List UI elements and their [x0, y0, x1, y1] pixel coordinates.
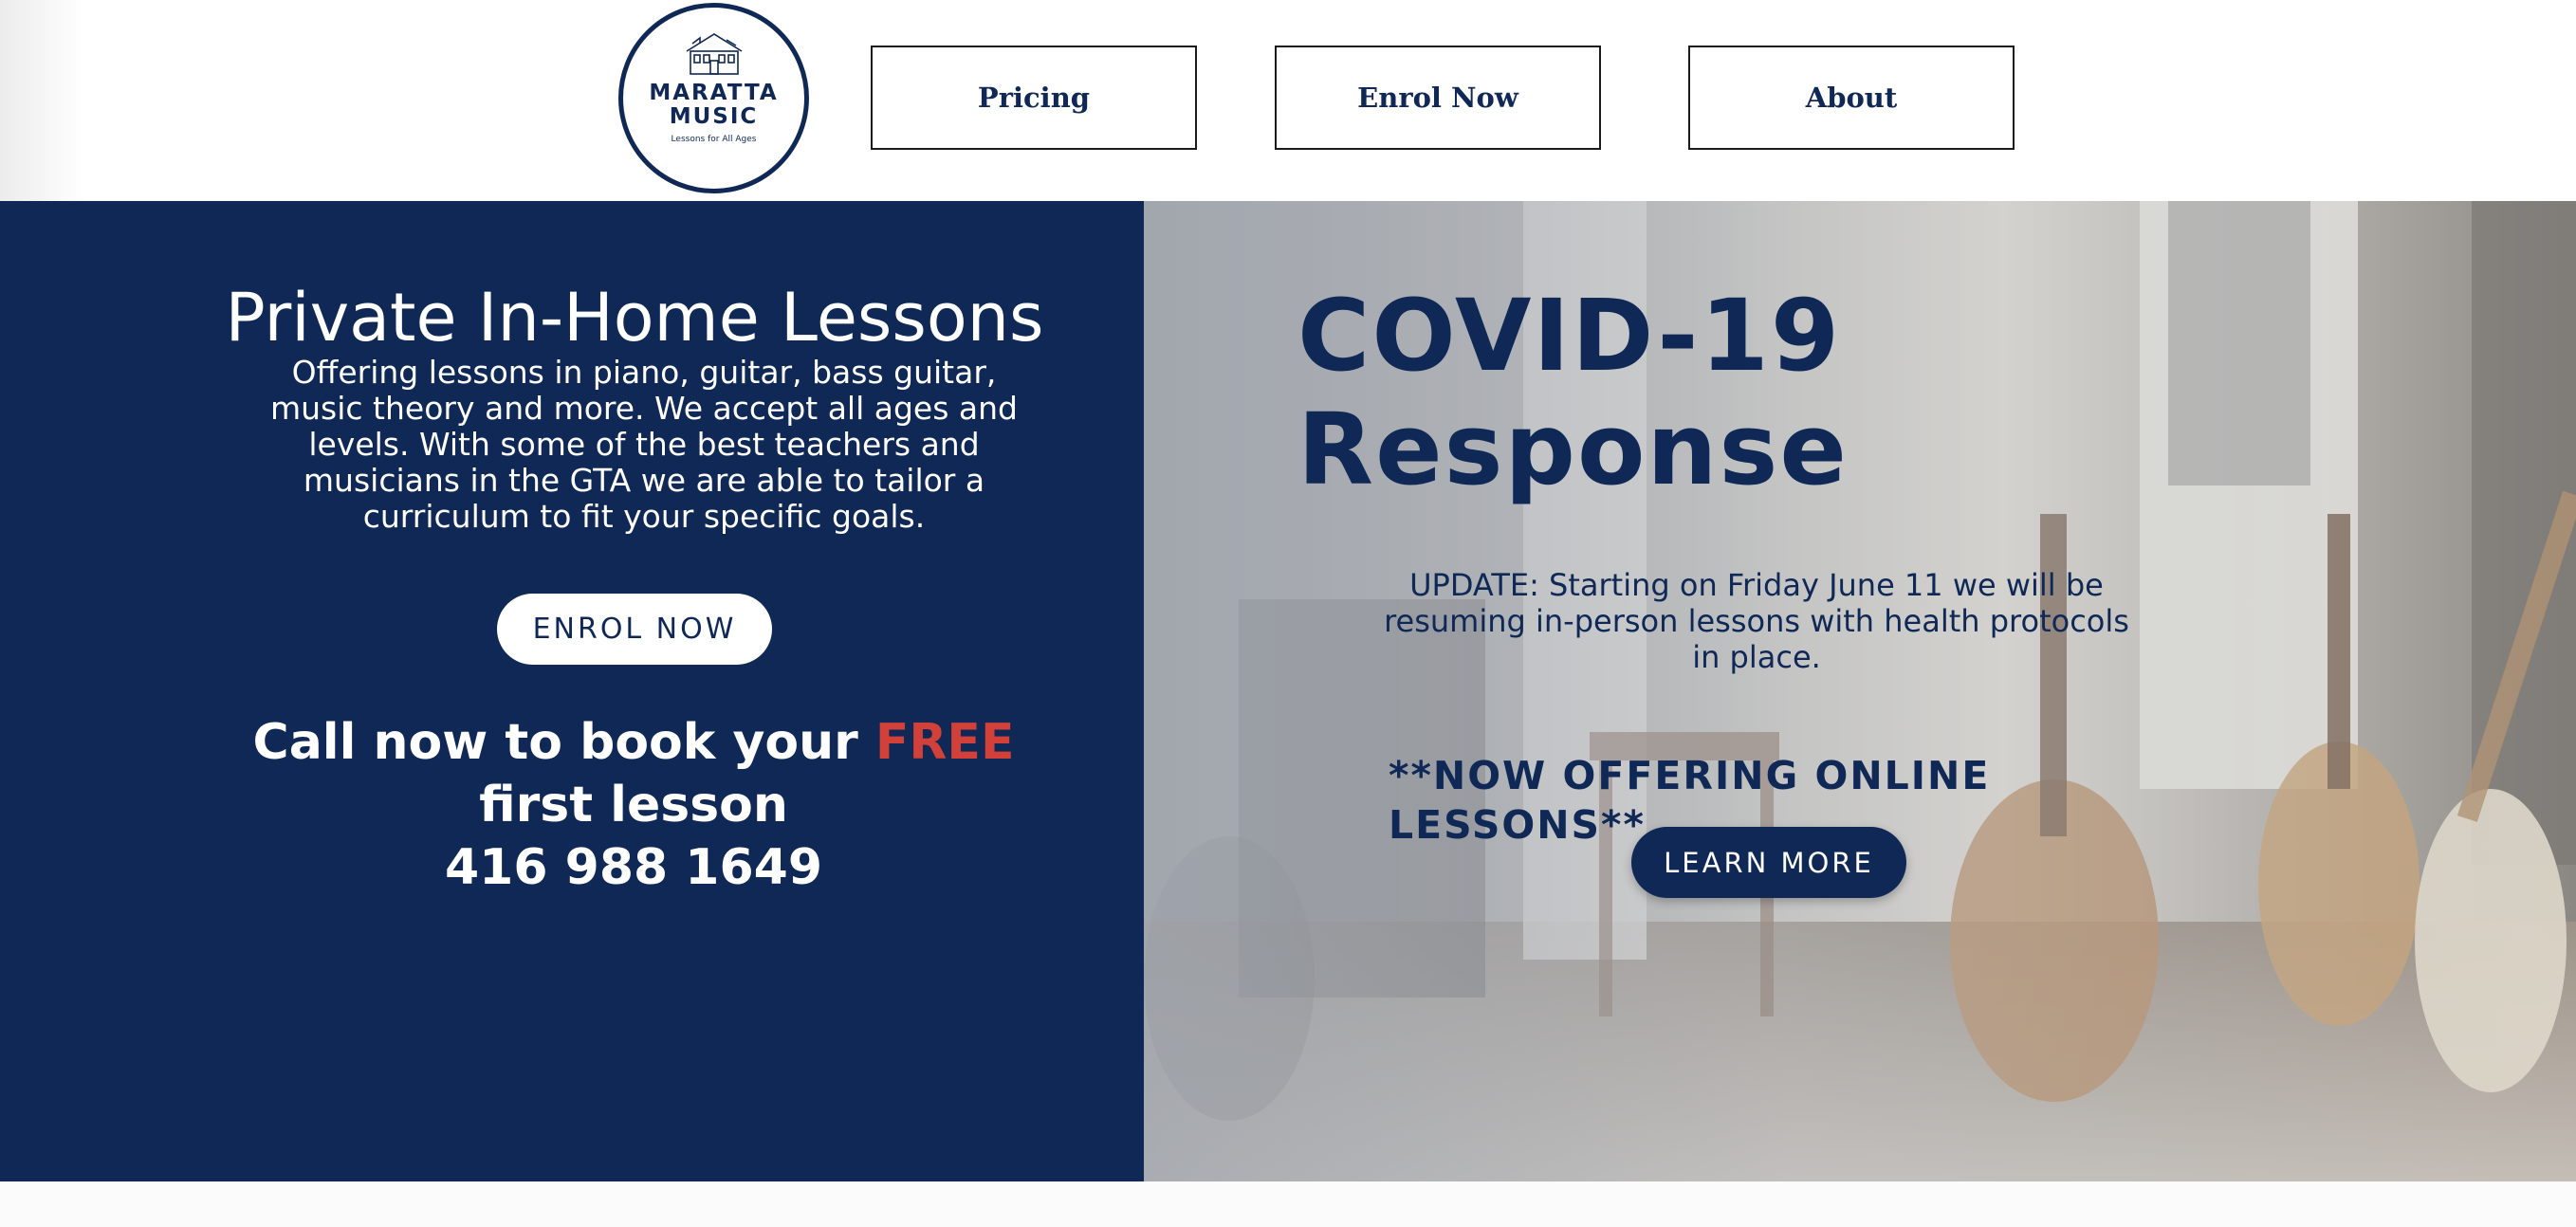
header-edge-shade: [0, 0, 85, 201]
free-lesson-callout: Call now to book your FREE first lesson …: [207, 711, 1060, 899]
logo-title: MARATTA MUSIC: [649, 81, 779, 129]
covid-title-line2: Response: [1297, 392, 1849, 507]
covid-title: COVID-19 Response: [1297, 279, 2151, 506]
covid-title-line1: COVID-19: [1297, 278, 1842, 394]
lessons-panel: Private In-Home Lessons Offering lessons…: [0, 201, 1144, 1181]
footer-strip: [0, 1181, 2576, 1227]
site-logo[interactable]: MARATTA MUSIC Lessons for All Ages: [618, 3, 809, 193]
learn-more-button[interactable]: LEARN MORE: [1631, 827, 1906, 898]
site-header: MARATTA MUSIC Lessons for All Ages Prici…: [0, 0, 2576, 201]
house-icon: [686, 33, 742, 75]
call-prefix: Call now to book your: [252, 714, 875, 771]
nav-about-button[interactable]: About: [1688, 46, 2015, 150]
phone-number[interactable]: 416 988 1649: [207, 836, 1060, 899]
call-suffix: first lesson: [479, 777, 788, 833]
free-highlight: FREE: [874, 714, 1015, 771]
covid-update-text: UPDATE: Starting on Friday June 11 we wi…: [1384, 567, 2129, 675]
logo-tagline: Lessons for All Ages: [671, 135, 757, 144]
nav-enrol-button[interactable]: Enrol Now: [1275, 46, 1601, 150]
nav-pricing-button[interactable]: Pricing: [871, 46, 1197, 150]
lessons-description: Offering lessons in piano, guitar, bass …: [270, 354, 1018, 535]
covid-panel: COVID-19 Response UPDATE: Starting on Fr…: [1144, 201, 2576, 1181]
enrol-now-button[interactable]: ENROL NOW: [497, 594, 772, 665]
lessons-title: Private In-Home Lessons: [225, 279, 1044, 357]
